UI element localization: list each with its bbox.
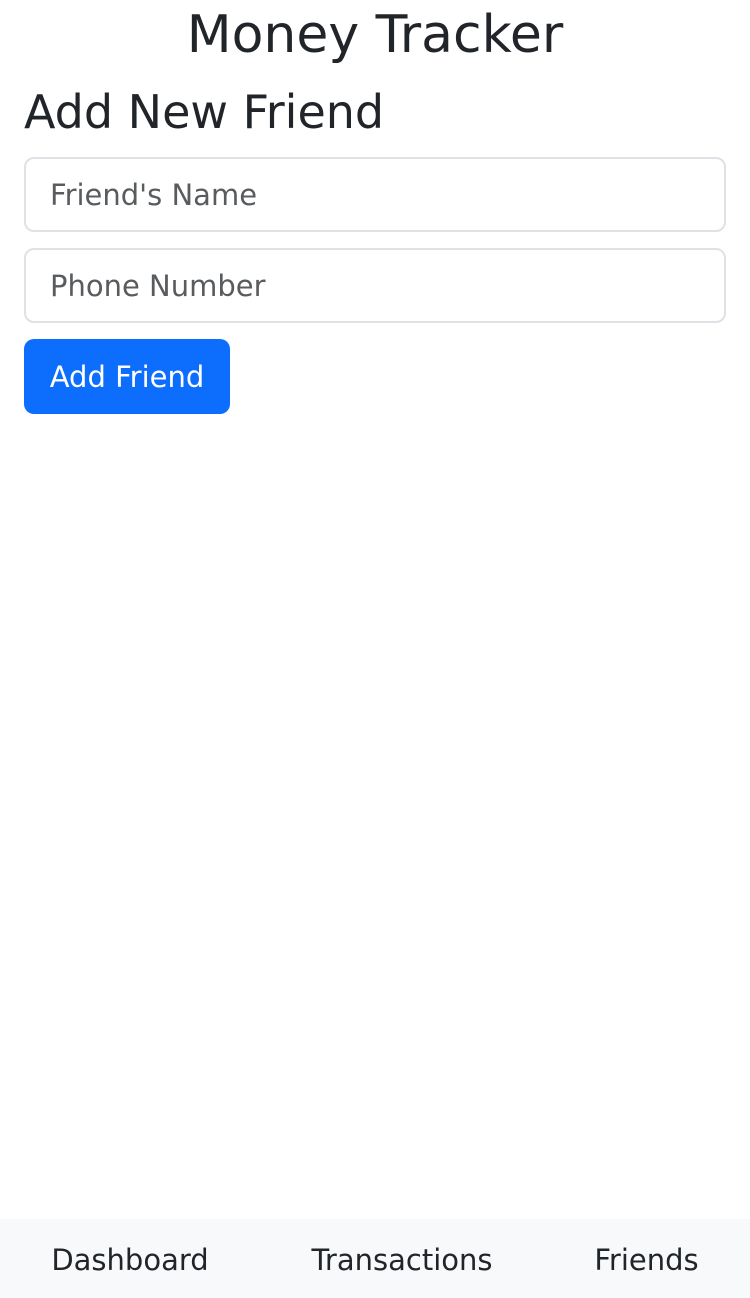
- app-title: Money Tracker: [186, 5, 564, 65]
- nav-item-friends[interactable]: Friends: [574, 1219, 719, 1298]
- nav-item-transactions[interactable]: Transactions: [302, 1219, 502, 1298]
- page-title: Add New Friend: [24, 85, 385, 139]
- add-friend-button[interactable]: Add Friend: [24, 339, 230, 414]
- phone-number-input[interactable]: [24, 248, 726, 323]
- nav-item-dashboard[interactable]: Dashboard: [30, 1219, 230, 1298]
- friend-name-input[interactable]: [24, 157, 726, 232]
- bottom-nav: Dashboard Transactions Friends: [0, 1219, 750, 1298]
